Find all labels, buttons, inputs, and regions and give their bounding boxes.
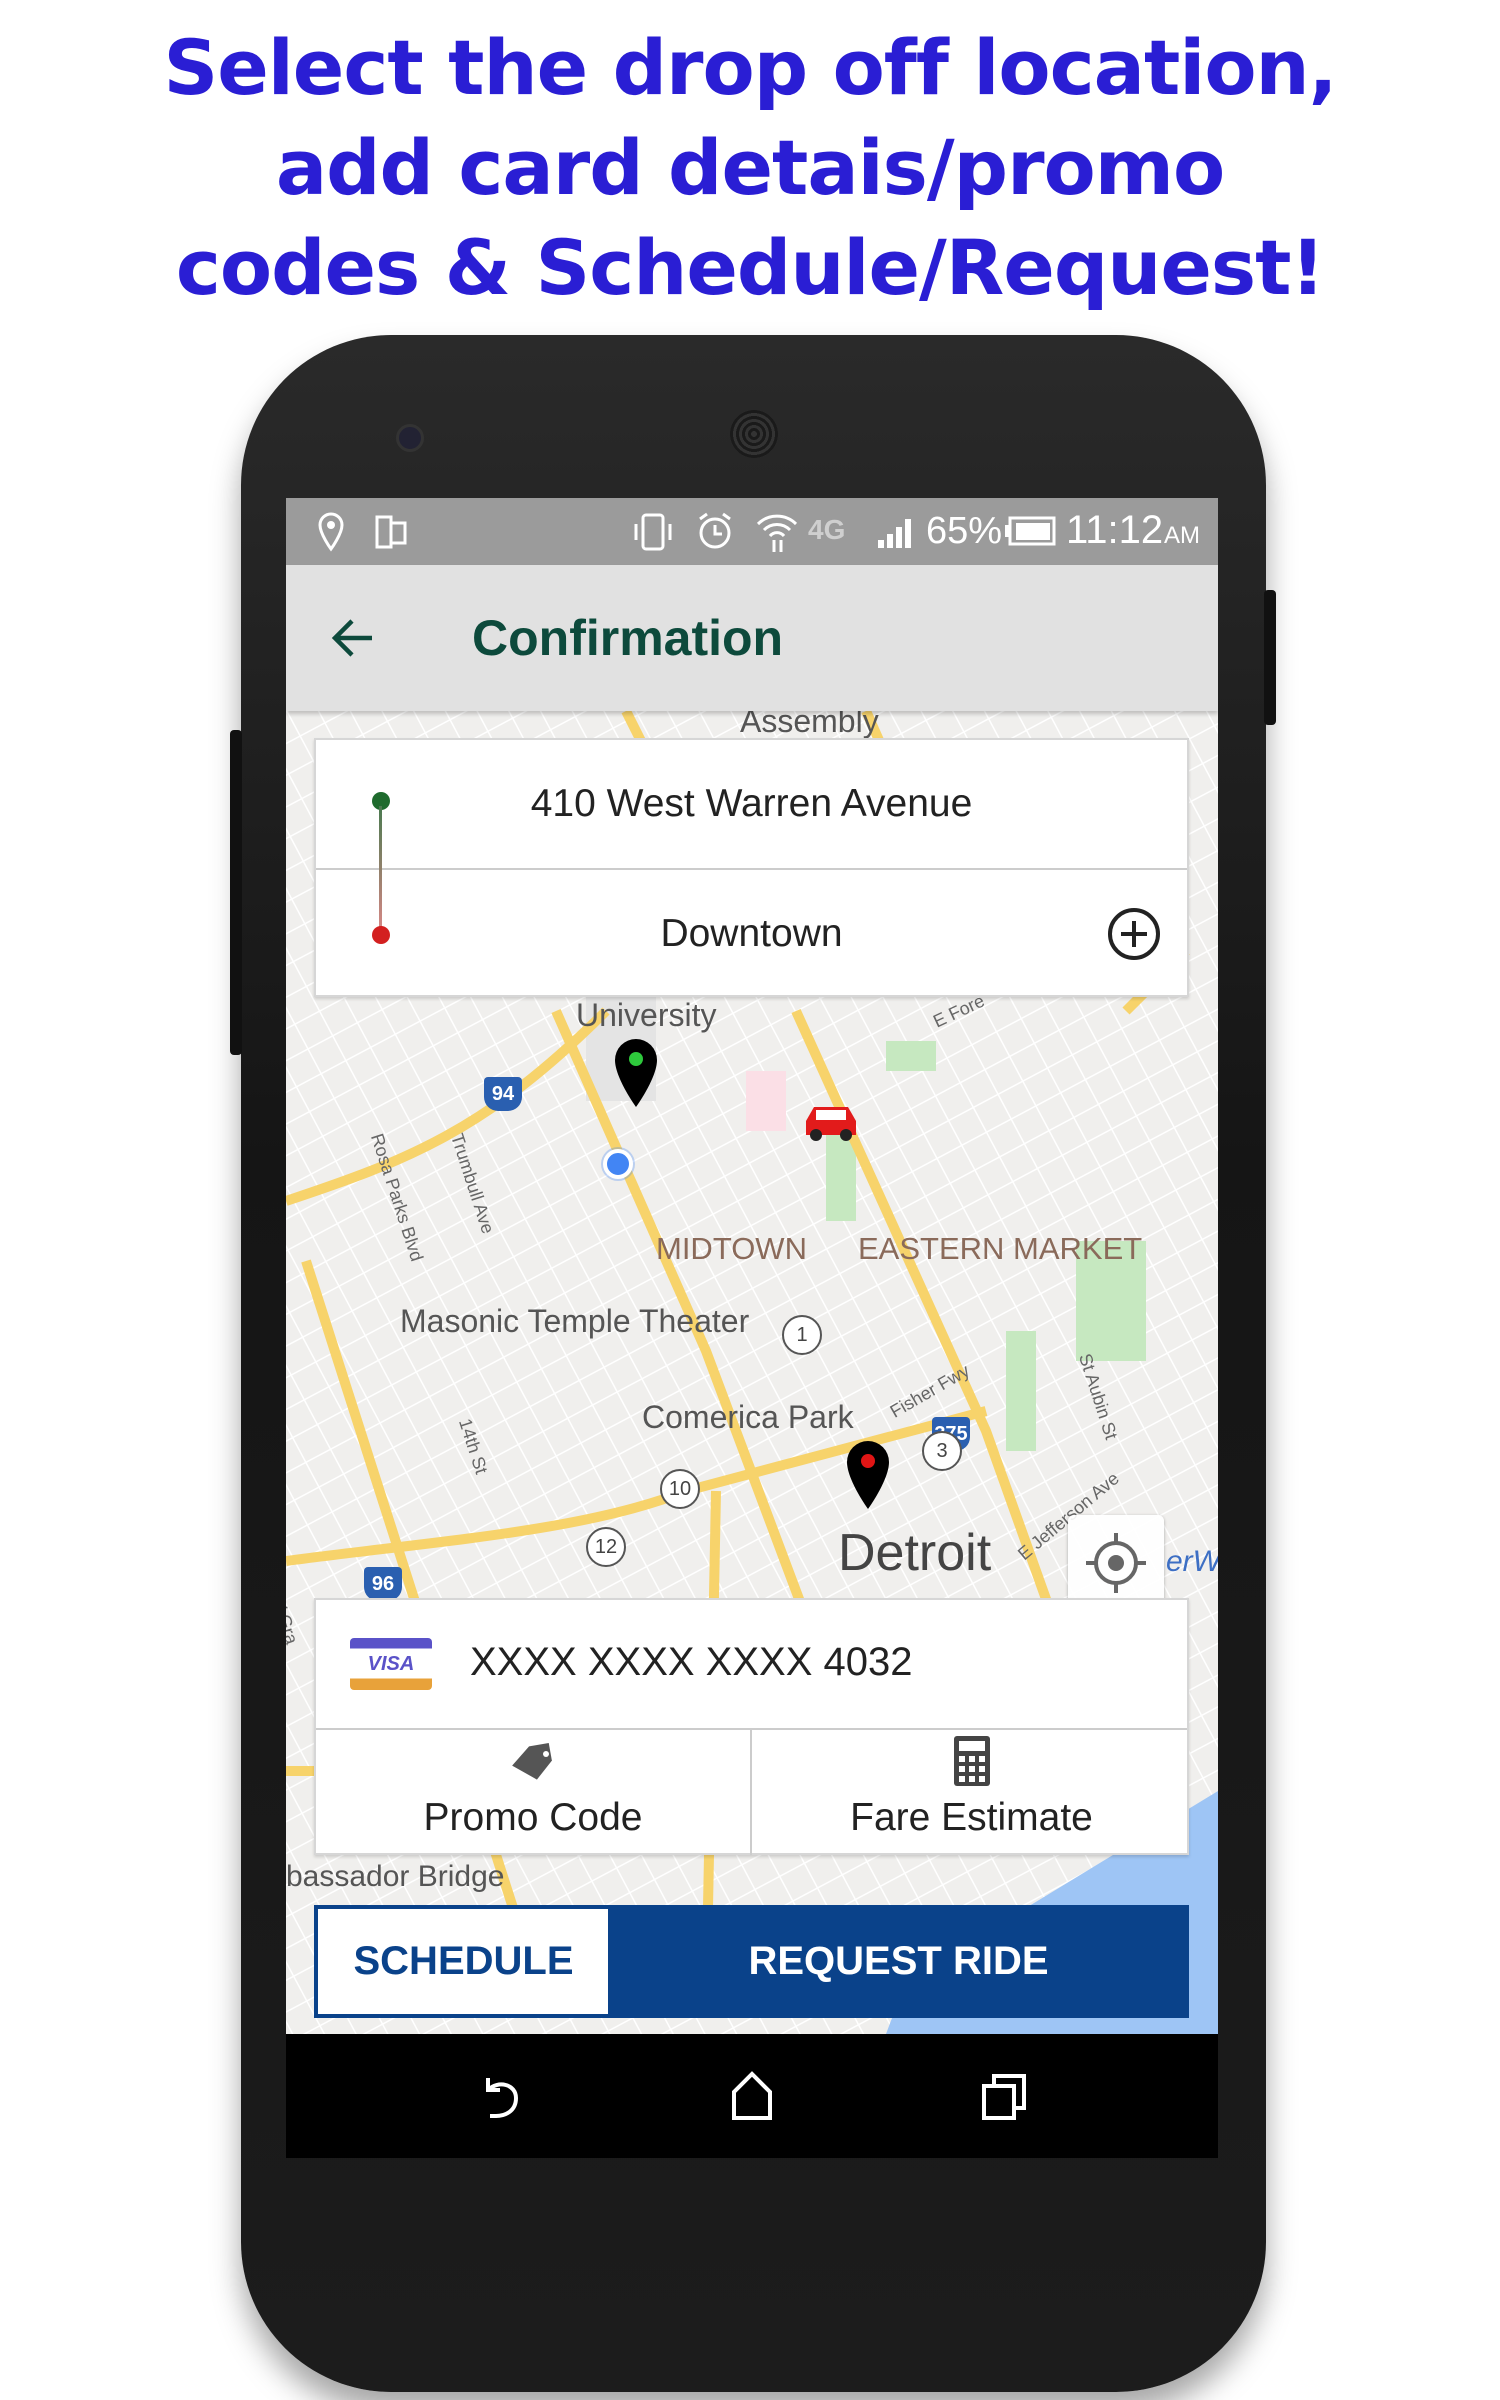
route-card: 410 West Warren Avenue Downtown [314,738,1189,997]
shield-94: 94 [484,1077,522,1111]
clock-ampm: AM [1164,522,1200,549]
current-location-dot [603,1149,633,1179]
route-10: 10 [660,1469,700,1509]
pickup-field[interactable]: 410 West Warren Avenue [316,740,1187,868]
place-university: University [576,997,717,1033]
page-title: Confirmation [472,610,784,666]
earpiece-speaker [730,410,778,458]
street-er-w: erW [1166,1545,1218,1578]
clock-time: 11:12 [1066,508,1164,552]
promo-code-button[interactable]: Promo Code [316,1730,752,1855]
route-3: 3 [922,1431,962,1471]
district-midtown: MIDTOWN [656,1231,807,1266]
place-ambassador-bridge: bassador Bridge [286,1860,505,1893]
promo-code-label: Promo Code [423,1796,643,1839]
battery-percent: 65% [926,510,1003,552]
route-1: 1 [782,1315,822,1355]
vibrate-icon [634,513,672,551]
shield-96: 96 [364,1567,402,1601]
dropoff-address: Downtown [660,911,843,955]
front-camera [396,424,424,452]
network-type: 4G [808,514,846,545]
status-bar: 4G 65% 11:12 AM [286,498,1218,565]
payment-method[interactable]: VISA XXXX XXXX XXXX 4032 [316,1600,1187,1728]
location-icon [318,512,344,552]
dropoff-field[interactable]: Downtown [316,870,1187,997]
signal-icon [878,519,911,548]
dropoff-dot-icon [372,926,390,944]
my-location-button[interactable] [1068,1515,1164,1611]
place-masonic-temple: Masonic Temple Theater [400,1303,750,1339]
request-ride-button[interactable]: REQUEST RIDE [608,1905,1189,2018]
pickup-address: 410 West Warren Avenue [530,782,973,825]
recents-nav-icon[interactable] [978,2070,1030,2122]
payment-card: VISA XXXX XXXX XXXX 4032 Promo Code Fare… [314,1598,1189,1855]
crosshair-icon [1086,1533,1146,1593]
volume-button [230,730,242,1055]
back-arrow-icon[interactable] [328,613,378,663]
add-stop-icon[interactable] [1106,906,1162,962]
car-icon [806,1107,856,1141]
app-bar: Confirmation [286,565,1218,711]
power-button [1264,590,1276,725]
fare-estimate-button[interactable]: Fare Estimate [754,1730,1189,1855]
schedule-button[interactable]: SCHEDULE [314,1905,609,2018]
wifi-icon [756,514,798,552]
alarm-icon [699,512,731,549]
headline-line-3: codes & Schedule/Request! [175,223,1325,312]
pickup-pin-icon [615,1039,657,1107]
battery-icon [1005,516,1056,546]
place-detroit: Detroit [838,1524,992,1582]
fare-estimate-label: Fare Estimate [850,1796,1093,1839]
calculator-icon [954,1736,990,1786]
headline-line-2: add card detais/promo [275,123,1225,212]
back-nav-icon[interactable] [476,2070,528,2122]
dropoff-pin-icon [847,1441,889,1509]
route-line [379,806,382,936]
tag-icon [512,1742,552,1780]
headline-line-1: Select the drop off location, [163,23,1337,112]
navigation-bar [286,2034,1218,2158]
card-number: XXXX XXXX XXXX 4032 [470,1640,913,1684]
screen-cast-icon [375,515,407,549]
district-eastern-market: EASTERN MARKET [858,1231,1143,1266]
home-nav-icon[interactable] [726,2070,778,2122]
visa-card-icon: VISA [350,1638,432,1690]
route-12: 12 [586,1527,626,1567]
phone-screen: 4G 65% 11:12 AM Confirmation Assembly Un… [286,498,1218,2158]
place-comerica-park: Comerica Park [642,1399,854,1435]
